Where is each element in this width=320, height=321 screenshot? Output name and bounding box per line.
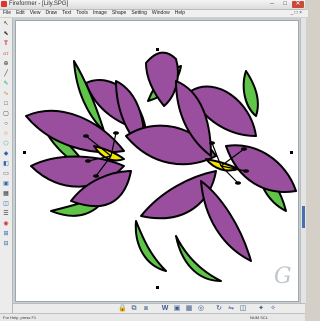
- node-icon[interactable]: ✦: [257, 305, 265, 313]
- color-tool-icon[interactable]: ◧: [2, 160, 10, 168]
- fill-tool-icon[interactable]: ◆: [2, 150, 10, 158]
- node-tool-icon[interactable]: ⬉: [2, 30, 10, 38]
- polygon-tool-icon[interactable]: ⬠: [2, 140, 10, 148]
- group-icon[interactable]: ⧉: [130, 305, 138, 313]
- image-icon[interactable]: ▣: [173, 305, 181, 313]
- lily-artwork[interactable]: G: [16, 21, 298, 301]
- app-icon: [1, 1, 7, 7]
- shape-tool-icon[interactable]: ◉: [2, 220, 10, 228]
- vertical-scrollbar[interactable]: [300, 18, 306, 303]
- menu-image[interactable]: Image: [93, 10, 107, 17]
- window-title: Fireformer - [Lily.SPG]: [9, 1, 69, 7]
- rotate-icon[interactable]: ↻: [215, 305, 223, 313]
- trim-tool-icon[interactable]: ⊟: [2, 240, 10, 248]
- contour-icon[interactable]: ◎: [197, 305, 205, 313]
- flip-icon[interactable]: ⇋: [227, 305, 235, 313]
- toolbox: ↖ ⬉ T GT ⊕ ╱ ✎ ∿ □ ▢ ○ ☆ ⬠ ◆ ◧ ▭ ▣ ▦ ◫ ☰…: [0, 18, 13, 313]
- leaf-bottom-center: [134, 220, 167, 272]
- eraser-tool-icon[interactable]: ▭: [2, 170, 10, 178]
- menu-shape[interactable]: Shape: [112, 10, 126, 17]
- title-bar: Fireformer - [Lily.SPG] – □ ✕: [0, 0, 305, 10]
- right-petal-bottom: [200, 180, 252, 262]
- star-tool-icon[interactable]: ☆: [2, 130, 10, 138]
- text-tool-icon[interactable]: T: [2, 40, 10, 48]
- rectangle-tool-icon[interactable]: □: [2, 100, 10, 108]
- menu-view[interactable]: View: [30, 10, 41, 17]
- lock-icon[interactable]: 🔒: [118, 305, 127, 313]
- ungroup-icon[interactable]: ⧈: [142, 305, 150, 313]
- menu-window[interactable]: Window: [152, 10, 170, 17]
- menu-text[interactable]: Text: [62, 10, 71, 17]
- menu-bar: File Edit View Draw Text Tools Image Sha…: [0, 10, 308, 17]
- drawing-canvas[interactable]: G: [15, 20, 299, 302]
- align-tool-icon[interactable]: ☰: [2, 210, 10, 218]
- image-tool-icon[interactable]: ▣: [2, 180, 10, 188]
- bezier-tool-icon[interactable]: ∿: [2, 90, 10, 98]
- left-petal-left: [25, 110, 125, 154]
- zoom-tool-icon[interactable]: ⊕: [2, 60, 10, 68]
- effects-icon[interactable]: ✧: [269, 305, 277, 313]
- grid-tool-icon[interactable]: ▦: [2, 190, 10, 198]
- layer-tool-icon[interactable]: ◫: [2, 200, 10, 208]
- pen-tool-icon[interactable]: ✎: [2, 80, 10, 88]
- menu-file[interactable]: File: [3, 10, 11, 17]
- canvas-area: G: [13, 18, 300, 303]
- line-tool-icon[interactable]: ╱: [2, 70, 10, 78]
- close-button[interactable]: ✕: [292, 1, 304, 8]
- menu-edit[interactable]: Edit: [16, 10, 25, 17]
- scrollbar-thumb[interactable]: [302, 206, 305, 228]
- document-window-controls[interactable]: _ □ ×: [291, 10, 303, 17]
- text-effect-tool-icon[interactable]: GT: [2, 50, 10, 58]
- grid-icon[interactable]: ▦: [185, 305, 193, 313]
- watermark: G: [274, 264, 292, 289]
- menu-tools[interactable]: Tools: [76, 10, 88, 17]
- layer-icon[interactable]: ◫: [239, 305, 247, 313]
- menu-setting[interactable]: Setting: [131, 10, 147, 17]
- leaf-bottom-right: [175, 235, 222, 282]
- select-tool-icon[interactable]: ↖: [2, 20, 10, 28]
- maximize-button[interactable]: □: [279, 1, 291, 8]
- weld-icon[interactable]: W: [161, 305, 169, 313]
- ellipse-tool-icon[interactable]: ○: [2, 120, 10, 128]
- minimize-button[interactable]: –: [266, 1, 278, 8]
- weld-tool-icon[interactable]: ⊞: [2, 230, 10, 238]
- menu-help[interactable]: Help: [175, 10, 185, 17]
- menu-draw[interactable]: Draw: [45, 10, 57, 17]
- rounded-rect-tool-icon[interactable]: ▢: [2, 110, 10, 118]
